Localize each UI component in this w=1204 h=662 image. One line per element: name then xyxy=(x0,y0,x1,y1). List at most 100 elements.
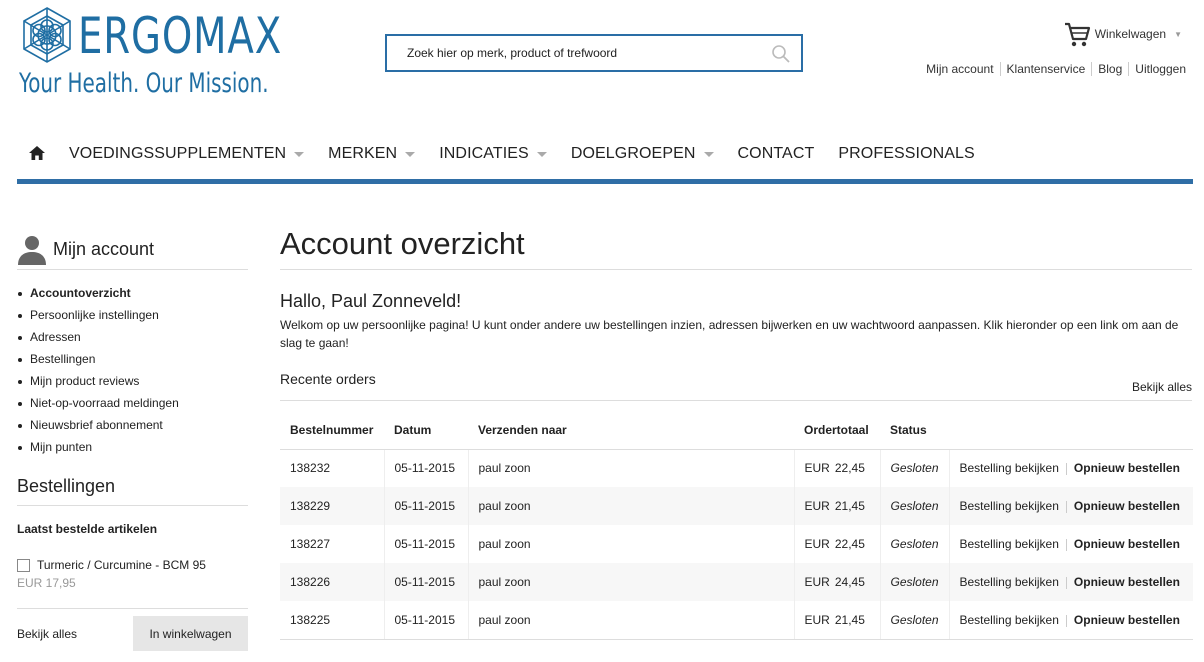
reorder-link[interactable]: Opnieuw bestellen xyxy=(1074,613,1180,627)
main-nav: VOEDINGSSUPPLEMENTEN MERKEN INDICATIES D… xyxy=(17,138,1193,184)
order-ship-to: paul zoon xyxy=(468,563,795,601)
recent-orders-title: Recente orders xyxy=(280,371,376,387)
add-to-cart-button[interactable]: In winkelwagen xyxy=(133,616,248,651)
order-ship-to: paul zoon xyxy=(468,449,795,487)
nav-doelgroepen[interactable]: DOELGROEPEN xyxy=(559,138,726,170)
order-actions: Bestelling bekijken Opnieuw bestellen xyxy=(949,563,1193,601)
logo-mark-icon xyxy=(23,7,71,63)
order-total: EUR 21,45 xyxy=(794,601,881,640)
order-date: 05-11-2015 xyxy=(384,601,469,640)
greeting: Hallo, Paul Zonneveld! xyxy=(280,291,462,311)
order-total: EUR 22,45 xyxy=(794,525,881,563)
logo[interactable]: ERGOMAX Your Health. Our Mission. xyxy=(18,6,281,102)
nav-home[interactable] xyxy=(17,138,57,168)
chevron-down-icon: ▼ xyxy=(1174,29,1182,39)
reorder-link[interactable]: Opnieuw bestellen xyxy=(1074,575,1180,589)
main-content: Account overzicht Hallo, Paul Zonneveld!… xyxy=(280,226,1193,640)
order-number: 138227 xyxy=(280,525,385,563)
order-ship-to: paul zoon xyxy=(468,487,795,525)
order-number: 138225 xyxy=(280,601,385,640)
divider xyxy=(1065,500,1067,513)
table-row: 138227 05-11-2015 paul zoon EUR 22,45 Ges… xyxy=(280,525,1193,563)
order-actions: Bestelling bekijken Opnieuw bestellen xyxy=(949,449,1193,487)
sidebar-item-nieuwsbrief[interactable]: Nieuwsbrief abonnement xyxy=(17,414,248,436)
sidebar-title: Mijn account xyxy=(53,239,155,259)
reorder-link[interactable]: Opnieuw bestellen xyxy=(1074,537,1180,551)
table-row: 138232 05-11-2015 paul zoon EUR 22,45 Ges… xyxy=(280,449,1193,487)
sidebar-footer: Bekijk alles In winkelwagen xyxy=(17,608,248,651)
order-currency: EUR xyxy=(804,461,830,476)
home-icon xyxy=(29,146,45,160)
order-number: 138229 xyxy=(280,487,385,525)
chevron-down-icon xyxy=(405,151,416,157)
order-date: 05-11-2015 xyxy=(384,449,469,487)
order-date: 05-11-2015 xyxy=(384,487,469,525)
recent-orders-header: Recente orders Bekijk alles xyxy=(280,371,1192,401)
col-header-actions xyxy=(949,412,1193,450)
divider xyxy=(1065,538,1067,551)
page-title: Account overzicht xyxy=(280,226,1192,270)
cart-icon xyxy=(1064,22,1090,47)
order-total: EUR 22,45 xyxy=(794,449,881,487)
product-name[interactable]: Turmeric / Curcumine - BCM 95 xyxy=(37,558,206,572)
product-checkbox[interactable] xyxy=(17,558,30,572)
sidebar: Mijn account Accountoverzicht Persoonlij… xyxy=(17,230,248,651)
table-row: 138229 05-11-2015 paul zoon EUR 21,45 Ges… xyxy=(280,487,1193,525)
order-currency: EUR xyxy=(804,537,830,551)
nav-professionals[interactable]: PROFESSIONALS xyxy=(826,138,986,170)
toplink-klantenservice[interactable]: Klantenservice xyxy=(999,62,1092,76)
account-menu: Accountoverzicht Persoonlijke instelling… xyxy=(17,282,248,458)
cart-button[interactable]: Winkelwagen ▼ xyxy=(1063,20,1182,48)
sidebar-item-product-reviews[interactable]: Mijn product reviews xyxy=(17,370,248,392)
order-actions: Bestelling bekijken Opnieuw bestellen xyxy=(949,487,1193,525)
sidebar-item-mijn-punten[interactable]: Mijn punten xyxy=(17,436,248,458)
order-total: EUR 21,45 xyxy=(794,487,881,525)
nav-voedingssupplementen[interactable]: VOEDINGSSUPPLEMENTEN xyxy=(57,138,316,170)
view-order-link[interactable]: Bestelling bekijken xyxy=(960,499,1059,513)
view-order-link[interactable]: Bestelling bekijken xyxy=(960,575,1059,589)
nav-merken[interactable]: MERKEN xyxy=(316,138,427,170)
view-order-link[interactable]: Bestelling bekijken xyxy=(960,613,1059,627)
col-header-bestelnummer: Bestelnummer xyxy=(280,412,384,450)
view-all-link[interactable]: Bekijk alles xyxy=(17,627,77,641)
toplink-blog[interactable]: Blog xyxy=(1091,62,1128,76)
col-header-ordertotaal: Ordertotaal xyxy=(794,412,880,450)
toplink-uitloggen[interactable]: Uitloggen xyxy=(1128,62,1186,76)
nav-contact[interactable]: CONTACT xyxy=(726,138,827,170)
col-header-verzenden-naar: Verzenden naar xyxy=(468,412,794,450)
orders-heading: Bestellingen xyxy=(17,476,248,506)
order-ship-to: paul zoon xyxy=(468,601,795,640)
divider xyxy=(1065,463,1067,476)
sidebar-item-persoonlijke-instellingen[interactable]: Persoonlijke instellingen xyxy=(17,304,248,326)
top-links: Mijn account Klantenservice Blog Uitlogg… xyxy=(920,62,1186,76)
search-input[interactable] xyxy=(387,36,747,70)
toplink-mijn-account[interactable]: Mijn account xyxy=(920,62,999,76)
reorder-link[interactable]: Opnieuw bestellen xyxy=(1074,461,1180,475)
last-ordered-heading: Laatst bestelde artikelen xyxy=(17,522,158,536)
search-icon[interactable] xyxy=(771,44,791,64)
brand-tagline: Your Health. Our Mission. xyxy=(19,68,269,99)
user-icon xyxy=(18,235,46,265)
order-total-value: 24,45 xyxy=(834,575,865,589)
search-box xyxy=(385,34,803,72)
order-total-value: 21,45 xyxy=(834,612,865,627)
brand-name: ERGOMAX xyxy=(78,7,283,65)
view-order-link[interactable]: Bestelling bekijken xyxy=(960,537,1059,551)
view-all-orders-link[interactable]: Bekijk alles xyxy=(1132,380,1192,394)
sidebar-item-adressen[interactable]: Adressen xyxy=(17,326,248,348)
view-order-link[interactable]: Bestelling bekijken xyxy=(960,461,1059,475)
col-header-datum: Datum xyxy=(384,412,468,450)
divider xyxy=(1065,576,1067,589)
order-total-value: 21,45 xyxy=(834,499,865,513)
sidebar-item-bestellingen[interactable]: Bestellingen xyxy=(17,348,248,370)
sidebar-item-accountoverzicht[interactable]: Accountoverzicht xyxy=(17,282,248,304)
nav-indicaties[interactable]: INDICATIES xyxy=(427,138,559,170)
table-row: 138225 05-11-2015 paul zoon EUR 21,45 Ges… xyxy=(280,601,1193,640)
reorder-link[interactable]: Opnieuw bestellen xyxy=(1074,499,1180,513)
chevron-down-icon xyxy=(294,151,305,157)
order-total: EUR 24,45 xyxy=(794,563,881,601)
order-date: 05-11-2015 xyxy=(384,563,469,601)
sidebar-item-niet-op-voorraad[interactable]: Niet-op-voorraad meldingen xyxy=(17,392,248,414)
order-status: Gesloten xyxy=(880,601,950,640)
order-currency: EUR xyxy=(804,499,830,513)
